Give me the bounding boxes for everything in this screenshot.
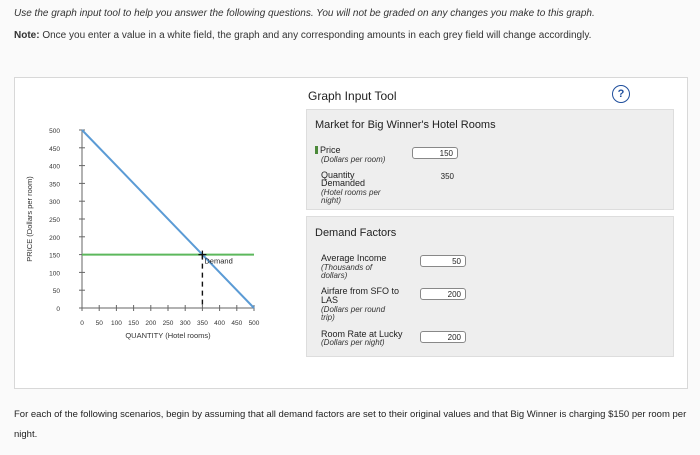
demand-line	[81, 129, 255, 309]
airfare-input[interactable]: 200	[420, 288, 466, 300]
price-sub: (Dollars per room)	[321, 155, 386, 164]
x-tick-label: 300	[180, 320, 191, 327]
y-tick-label: 200	[49, 235, 60, 242]
quantity-value: 350	[412, 171, 458, 183]
demand-label: Demand	[204, 257, 232, 266]
quantity-sub-2: night)	[321, 196, 342, 205]
market-section: Market for Big Winner's Hotel Rooms Pric…	[306, 109, 674, 210]
income-sub-2: dollars)	[321, 271, 348, 280]
y-axis-label: PRICE (Dollars per room)	[25, 176, 34, 262]
market-title: Market for Big Winner's Hotel Rooms	[315, 119, 496, 131]
demand-chart[interactable]: 0 50 100 150 200 250 300 350 400 450 500 0 50 100 150 2…	[20, 115, 290, 345]
x-tick-label: 0	[80, 320, 84, 327]
y-tick-label: 0	[56, 306, 60, 313]
x-tick-label: 500	[249, 320, 260, 327]
x-tick-label: 350	[197, 320, 208, 327]
x-axis-label: QUANTITY (Hotel rooms)	[125, 331, 211, 340]
income-label: Average Income	[321, 253, 387, 263]
room-rate-sub: (Dollars per night)	[321, 338, 385, 347]
y-tick-label: 500	[49, 128, 60, 135]
room-rate-input[interactable]: 200	[420, 331, 466, 343]
note-body: Once you enter a value in a white field,…	[42, 30, 592, 41]
note-label: Note:	[14, 30, 40, 41]
help-icon[interactable]: ?	[612, 85, 630, 103]
y-tick-label: 300	[49, 199, 60, 206]
airfare-label-2: LAS	[321, 295, 339, 305]
y-tick-label: 350	[49, 181, 60, 188]
x-tick-label: 200	[145, 320, 156, 327]
tool-title: Graph Input Tool	[308, 89, 397, 103]
quantity-label-2: Demanded	[321, 178, 366, 188]
price-input[interactable]: 150	[412, 147, 458, 159]
x-tick-label: 150	[128, 320, 139, 327]
airfare-sub-2: trip)	[321, 313, 335, 322]
y-tick-label: 250	[49, 217, 60, 224]
note-text: Note: Once you enter a value in a white …	[14, 30, 591, 41]
y-tick-label: 50	[53, 288, 61, 295]
demand-factors-title: Demand Factors	[315, 227, 397, 239]
instruction-text: Use the graph input tool to help you ans…	[14, 8, 595, 19]
x-tick-label: 250	[163, 320, 174, 327]
x-tick-label: 50	[96, 320, 104, 327]
x-tick-label: 450	[231, 320, 242, 327]
y-tick-label: 450	[49, 146, 60, 153]
price-label: Price	[315, 146, 341, 155]
demand-factors-section: Demand Factors Average Income (Thousands…	[306, 216, 674, 357]
y-tick-label: 150	[49, 253, 60, 260]
price-swatch	[315, 146, 318, 154]
x-tick-label: 100	[111, 320, 122, 327]
y-tick-label: 400	[49, 164, 60, 171]
scenario-text: For each of the following scenarios, beg…	[14, 409, 687, 440]
x-tick-label: 400	[214, 320, 225, 327]
y-tick-label: 100	[49, 270, 60, 277]
income-input[interactable]: 50	[420, 255, 466, 267]
